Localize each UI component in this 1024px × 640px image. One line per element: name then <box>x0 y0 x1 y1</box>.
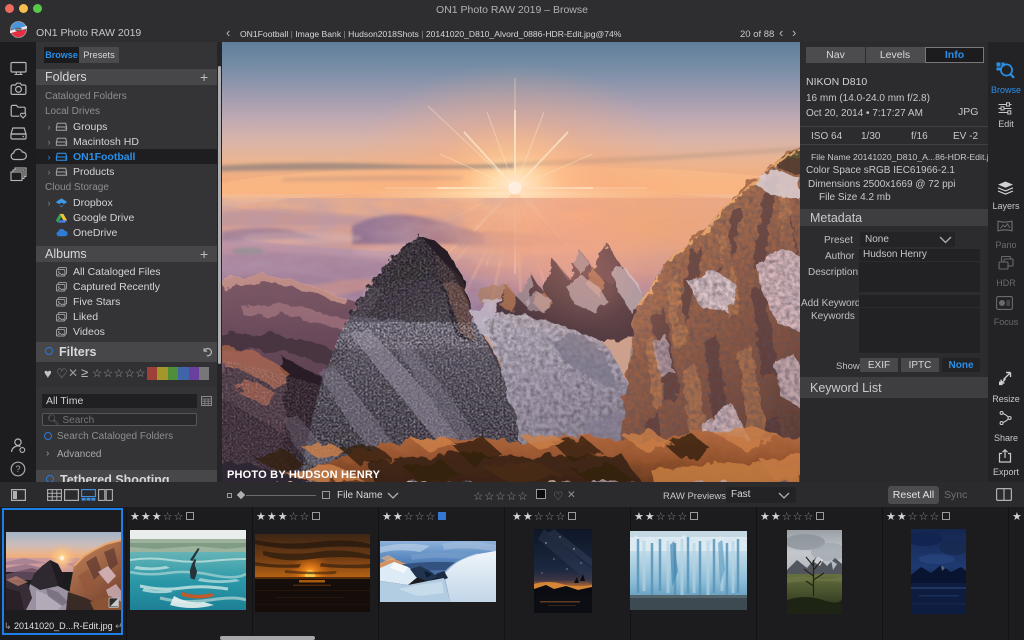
svg-text:PHOTO BY HUDSON HENRY: PHOTO BY HUDSON HENRY <box>227 469 381 481</box>
svg-text:ON1: ON1 <box>16 28 22 32</box>
svg-text:?: ? <box>15 464 20 474</box>
